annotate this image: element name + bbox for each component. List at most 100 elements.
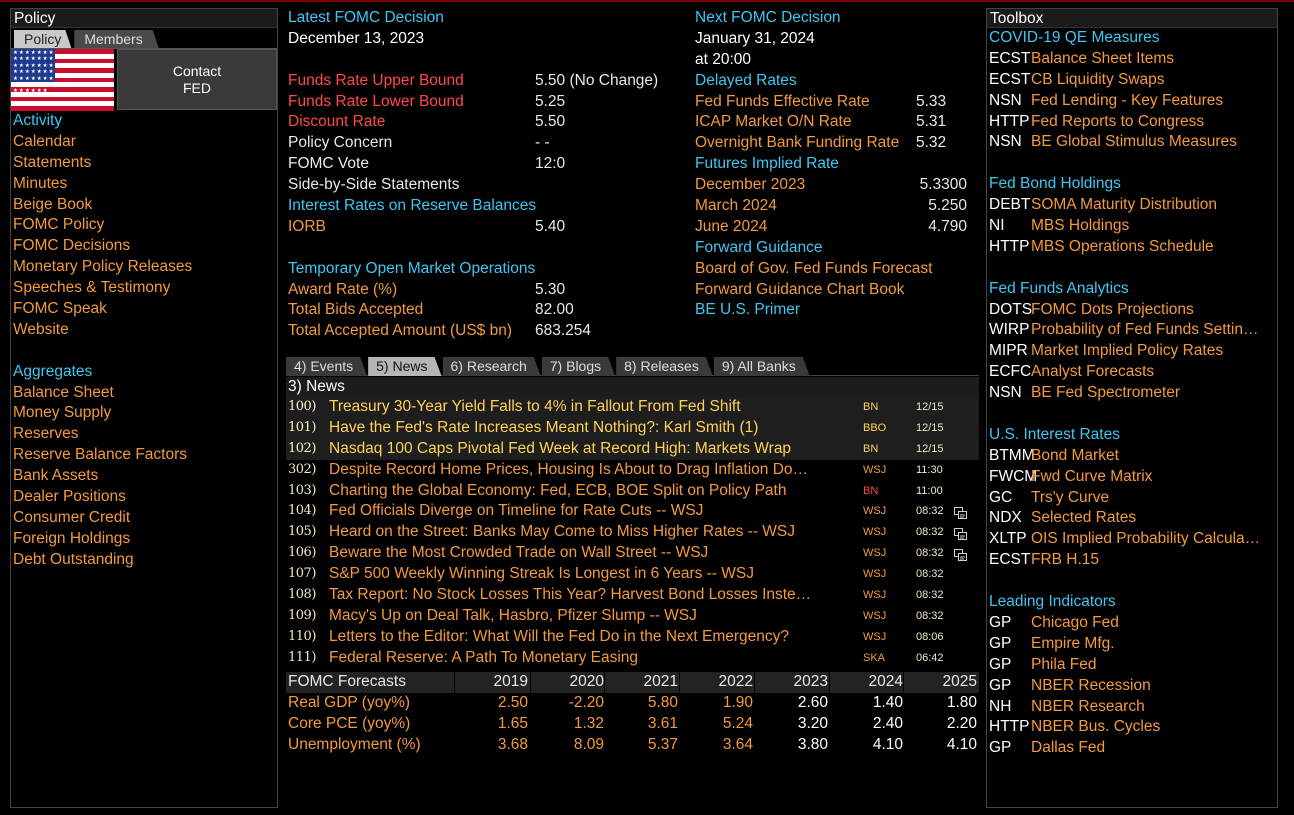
news-row[interactable]: 107) S&P 500 Weekly Winning Streak Is Lon… xyxy=(286,564,979,585)
toolbox-section-header[interactable]: Fed Funds Analytics xyxy=(987,279,1277,300)
function-label[interactable]: Balance Sheet Items xyxy=(1031,49,1275,70)
news-headline[interactable]: Tax Report: No Stock Losses This Year? H… xyxy=(329,585,839,606)
delayed-rates-header[interactable]: Delayed Rates xyxy=(695,71,979,92)
toolbox-item[interactable]: ECST CB Liquidity Swaps xyxy=(987,70,1277,91)
function-label[interactable]: Phila Fed xyxy=(1031,655,1275,676)
function-label[interactable]: Bond Market xyxy=(1031,446,1275,467)
toolbox-item[interactable]: HTTP NBER Bus. Cycles xyxy=(987,717,1277,738)
news-headline[interactable]: Nasdaq 100 Caps Pivotal Fed Week at Reco… xyxy=(329,439,839,460)
nav-item[interactable]: FOMC Decisions xyxy=(13,236,277,257)
news-row[interactable]: 100) Treasury 30-Year Yield Falls to 4% i… xyxy=(286,397,979,418)
nav-item[interactable]: Reserve Balance Factors xyxy=(13,445,277,466)
news-headline[interactable]: S&P 500 Weekly Winning Streak Is Longest… xyxy=(329,564,839,585)
toolbox-item[interactable]: NSN BE Global Stimulus Measures xyxy=(987,132,1277,153)
function-label[interactable]: Probability of Fed Funds Settin… xyxy=(1031,320,1275,341)
row-label[interactable]: Discount Rate xyxy=(288,112,385,133)
news-headline[interactable]: Despite Record Home Prices, Housing Is A… xyxy=(329,460,839,481)
row-label[interactable]: Total Accepted Amount (US$ bn) xyxy=(288,321,512,342)
function-label[interactable]: CB Liquidity Swaps xyxy=(1031,70,1275,91)
function-label[interactable]: Selected Rates xyxy=(1031,508,1275,529)
toolbox-item[interactable]: DOTS FOMC Dots Projections xyxy=(987,300,1277,321)
forward-guidance-link[interactable]: Board of Gov. Fed Funds Forecast xyxy=(695,259,979,280)
function-label[interactable]: NBER Bus. Cycles xyxy=(1031,717,1275,738)
latest-fomc-header[interactable]: Latest FOMC Decision xyxy=(288,8,688,29)
nav-item[interactable]: FOMC Speak xyxy=(13,299,277,320)
news-headline[interactable]: Macy's Up on Deal Talk, Hasbro, Pfizer S… xyxy=(329,606,839,627)
news-row[interactable]: 108) Tax Report: No Stock Losses This Yea… xyxy=(286,585,979,606)
toolbox-section-header[interactable]: Leading Indicators xyxy=(987,592,1277,613)
news-row[interactable]: 302) Despite Record Home Prices, Housing … xyxy=(286,460,979,481)
toolbox-item[interactable]: XLTP OIS Implied Probability Calcula… xyxy=(987,529,1277,550)
toolbox-item[interactable]: GP NBER Recession xyxy=(987,676,1277,697)
row-label[interactable]: ICAP Market O/N Rate xyxy=(695,112,851,133)
function-label[interactable]: Fed Lending - Key Features xyxy=(1031,91,1275,112)
tab-members[interactable]: Members xyxy=(74,30,158,48)
toolbox-item[interactable]: MIPR Market Implied Policy Rates xyxy=(987,341,1277,362)
nav-item[interactable]: Debt Outstanding xyxy=(13,550,277,571)
nav-item[interactable]: Website xyxy=(13,320,277,341)
nav-item[interactable]: Money Supply xyxy=(13,403,277,424)
function-label[interactable]: BE Global Stimulus Measures xyxy=(1031,132,1275,153)
toolbox-item[interactable]: GP Dallas Fed xyxy=(987,738,1277,759)
toolbox-section-header[interactable]: U.S. Interest Rates xyxy=(987,425,1277,446)
nav-item[interactable]: FOMC Policy xyxy=(13,215,277,236)
function-label[interactable]: Analyst Forecasts xyxy=(1031,362,1275,383)
news-row[interactable]: 103) Charting the Global Economy: Fed, EC… xyxy=(286,481,979,502)
toolbox-item[interactable]: HTTP Fed Reports to Congress xyxy=(987,112,1277,133)
function-label[interactable]: Fed Reports to Congress xyxy=(1031,112,1275,133)
news-headline[interactable]: Have the Fed's Rate Increases Meant Noth… xyxy=(329,418,839,439)
news-row[interactable]: 109) Macy's Up on Deal Talk, Hasbro, Pfiz… xyxy=(286,606,979,627)
toolbox-item[interactable]: GP Phila Fed xyxy=(987,655,1277,676)
forecasts-title[interactable]: FOMC Forecasts xyxy=(288,672,406,693)
news-headline[interactable]: Fed Officials Diverge on Timeline for Ra… xyxy=(329,501,839,522)
function-label[interactable]: MBS Operations Schedule xyxy=(1031,237,1275,258)
toolbox-item[interactable]: GP Chicago Fed xyxy=(987,613,1277,634)
nav-item[interactable]: Statements xyxy=(13,153,277,174)
nav-item[interactable]: Minutes xyxy=(13,174,277,195)
side-by-side-link[interactable]: Side-by-Side Statements xyxy=(288,175,688,196)
nav-item[interactable]: Reserves xyxy=(13,424,277,445)
forward-guidance-header[interactable]: Forward Guidance xyxy=(695,238,979,259)
toolbox-item[interactable]: BTMM Bond Market xyxy=(987,446,1277,467)
tab-news-4[interactable]: 8) Releases xyxy=(616,357,713,376)
function-label[interactable]: NBER Research xyxy=(1031,697,1275,718)
forecast-label[interactable]: Unemployment (%) xyxy=(288,735,421,756)
function-label[interactable]: OIS Implied Probability Calcula… xyxy=(1031,529,1275,550)
toolbox-item[interactable]: ECFC Analyst Forecasts xyxy=(987,362,1277,383)
tomo-header[interactable]: Temporary Open Market Operations xyxy=(288,259,688,280)
function-label[interactable]: SOMA Maturity Distribution xyxy=(1031,195,1275,216)
tab-news-3[interactable]: 7) Blogs xyxy=(542,357,615,376)
tab-news-1[interactable]: 5) News xyxy=(368,357,441,376)
toolbox-item[interactable]: FWCM Fwd Curve Matrix xyxy=(987,467,1277,488)
function-label[interactable]: Fwd Curve Matrix xyxy=(1031,467,1275,488)
toolbox-item[interactable]: HTTP MBS Operations Schedule xyxy=(987,237,1277,258)
row-label[interactable]: Fed Funds Effective Rate xyxy=(695,92,870,113)
function-label[interactable]: MBS Holdings xyxy=(1031,216,1275,237)
activity-header[interactable]: Activity xyxy=(13,111,277,132)
toolbox-item[interactable]: GC Trs'y Curve xyxy=(987,488,1277,509)
forward-guidance-link[interactable]: BE U.S. Primer xyxy=(695,300,979,321)
forecast-label[interactable]: Real GDP (yoy%) xyxy=(288,693,410,714)
toolbox-item[interactable]: GP Empire Mfg. xyxy=(987,634,1277,655)
news-headline[interactable]: Treasury 30-Year Yield Falls to 4% in Fa… xyxy=(329,397,839,418)
function-label[interactable]: Chicago Fed xyxy=(1031,613,1275,634)
news-row[interactable]: 101) Have the Fed's Rate Increases Meant … xyxy=(286,417,979,439)
news-headline[interactable]: Charting the Global Economy: Fed, ECB, B… xyxy=(329,481,839,502)
tab-news-0[interactable]: 4) Events xyxy=(286,357,367,376)
next-fomc-header[interactable]: Next FOMC Decision xyxy=(695,8,979,29)
toolbox-item[interactable]: NH NBER Research xyxy=(987,697,1277,718)
function-label[interactable]: Trs'y Curve xyxy=(1031,488,1275,509)
news-row[interactable]: 106) Beware the Most Crowded Trade on Wal… xyxy=(286,543,979,564)
nav-item[interactable]: Foreign Holdings xyxy=(13,529,277,550)
function-label[interactable]: Empire Mfg. xyxy=(1031,634,1275,655)
toolbox-item[interactable]: NDX Selected Rates xyxy=(987,508,1277,529)
function-label[interactable]: Dallas Fed xyxy=(1031,738,1275,759)
nav-item[interactable]: Beige Book xyxy=(13,195,277,216)
nav-item[interactable]: Dealer Positions xyxy=(13,487,277,508)
news-row[interactable]: 111) Federal Reserve: A Path To Monetary … xyxy=(286,648,979,669)
toolbox-item[interactable]: WIRP Probability of Fed Funds Settin… xyxy=(987,320,1277,341)
translate-icon[interactable] xyxy=(954,547,967,562)
translate-icon[interactable] xyxy=(954,505,967,520)
futures-header[interactable]: Futures Implied Rate xyxy=(695,154,979,175)
contact-fed-button[interactable]: Contact FED xyxy=(117,49,277,110)
